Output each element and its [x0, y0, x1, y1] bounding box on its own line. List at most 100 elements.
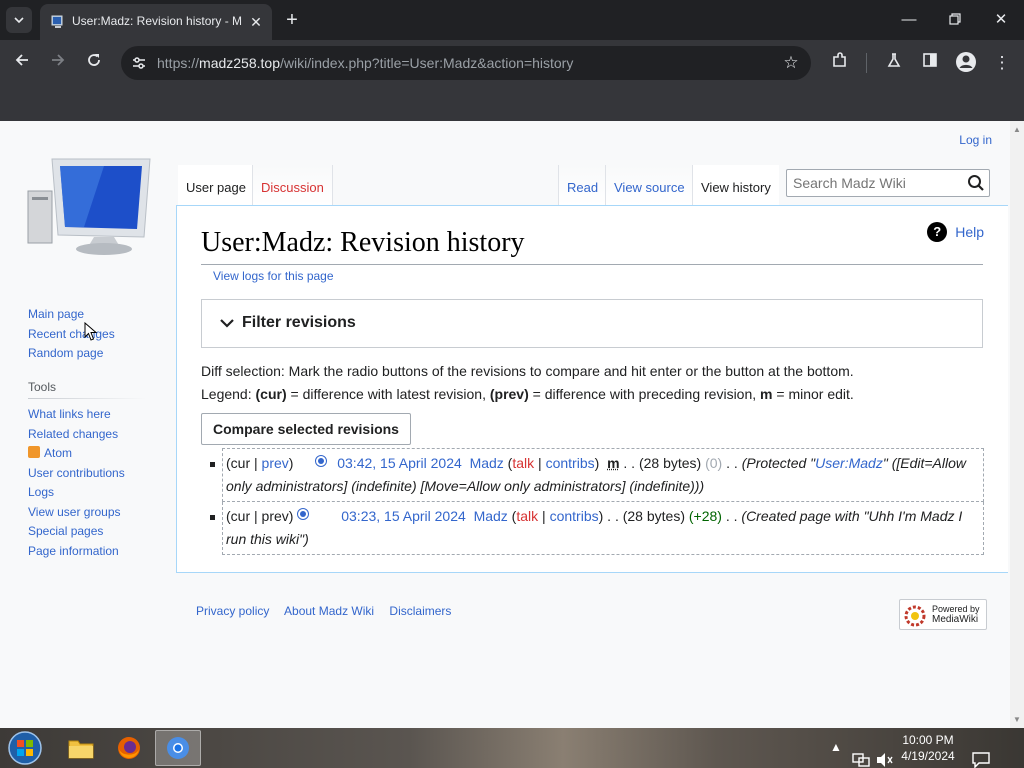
- side-panel-icon[interactable]: [918, 51, 942, 75]
- tab-view-source[interactable]: View source: [605, 165, 693, 205]
- taskbar-firefox[interactable]: [106, 730, 152, 766]
- nav-recent-changes[interactable]: Recent changes: [28, 325, 115, 345]
- volume-muted-icon[interactable]: [876, 740, 894, 768]
- tab-read[interactable]: Read: [558, 165, 607, 205]
- chrome-icon: [167, 737, 189, 759]
- revision-diff-size: (0): [705, 455, 723, 471]
- tools-view-user-groups[interactable]: View user groups: [28, 503, 146, 523]
- revision-size: (28 bytes): [638, 455, 702, 471]
- user-talk-link[interactable]: talk: [512, 455, 534, 471]
- nav-main-page[interactable]: Main page: [28, 305, 115, 325]
- taskbar-chrome[interactable]: [155, 730, 201, 766]
- tools-user-contributions[interactable]: User contributions: [28, 464, 146, 484]
- tools-what-links-here[interactable]: What links here: [28, 405, 146, 425]
- network-icon[interactable]: [852, 740, 870, 768]
- comment-page-link[interactable]: User:Madz: [815, 455, 883, 471]
- powered-by-text: Powered by: [932, 604, 980, 614]
- browser-menu-icon[interactable]: ⋮: [990, 51, 1014, 75]
- tools-logs[interactable]: Logs: [28, 483, 146, 503]
- revision-date-link[interactable]: 03:42, 15 April 2024: [337, 455, 462, 471]
- tools-divider: [28, 398, 146, 399]
- forward-icon[interactable]: [46, 51, 70, 75]
- powered-by-mediawiki-badge[interactable]: Powered by MediaWiki: [899, 599, 987, 630]
- wiki-search-box[interactable]: [786, 169, 990, 197]
- revision-radio-older[interactable]: [297, 508, 310, 520]
- page-scrollbar[interactable]: ▲ ▼: [1010, 121, 1024, 728]
- tray-show-hidden-icon[interactable]: ▲: [830, 740, 842, 768]
- wiki-logo[interactable]: [24, 151, 154, 261]
- tab-view-history[interactable]: View history: [692, 165, 779, 205]
- prev-link[interactable]: prev: [262, 455, 289, 471]
- main-content: ? Help User:Madz: Revision history View …: [176, 205, 1008, 573]
- clock-date: 4/19/2024: [901, 749, 955, 763]
- tab-search-button[interactable]: [6, 7, 32, 33]
- revision-user-link[interactable]: Madz: [474, 508, 508, 524]
- bookmark-star-icon[interactable]: ☆: [781, 53, 801, 73]
- tab-strip: User:Madz: Revision history - Madz Wiki …: [0, 0, 1024, 40]
- new-tab-icon[interactable]: +: [281, 9, 303, 31]
- start-orb-icon[interactable]: [6, 730, 44, 766]
- tab-discussion[interactable]: Discussion: [252, 165, 332, 205]
- view-logs-link[interactable]: View logs for this page: [213, 269, 334, 283]
- revision-date-link[interactable]: 03:23, 15 April 2024: [341, 508, 466, 524]
- search-icon[interactable]: [967, 174, 985, 192]
- restore-icon[interactable]: [940, 6, 970, 34]
- list-bullet: [210, 515, 215, 520]
- tools-special-pages[interactable]: Special pages: [28, 522, 146, 542]
- tab-user-page[interactable]: User page: [178, 165, 254, 205]
- chevron-down-icon: [220, 319, 234, 328]
- footer-privacy-link[interactable]: Privacy policy: [196, 604, 269, 618]
- footer-disclaimers-link[interactable]: Disclaimers: [389, 604, 451, 618]
- revision-radio-newer[interactable]: [315, 455, 328, 467]
- prev-label: prev: [261, 508, 289, 524]
- close-window-icon[interactable]: ✕: [986, 6, 1016, 34]
- revision-list: (cur | prev) 03:42, 15 April 2024 Madz (…: [210, 448, 984, 555]
- tools-related-changes[interactable]: Related changes: [28, 425, 146, 445]
- mouse-cursor-icon: [84, 322, 98, 341]
- scroll-up-icon[interactable]: ▲: [1013, 125, 1021, 134]
- revision-row: (cur | prev) 03:23, 15 April 2024 Madz (…: [210, 502, 984, 555]
- site-info-icon[interactable]: [131, 55, 147, 71]
- revision-user-link[interactable]: Madz: [470, 455, 504, 471]
- tools-page-information[interactable]: Page information: [28, 542, 146, 562]
- footer-about-link[interactable]: About Madz Wiki: [284, 604, 374, 618]
- tab-close-icon[interactable]: ✕: [246, 12, 266, 32]
- labs-flask-icon[interactable]: [882, 51, 906, 75]
- tab-title: User:Madz: Revision history - Madz Wiki: [72, 14, 242, 28]
- chevron-down-icon: [14, 17, 24, 24]
- notification-center-icon[interactable]: [972, 740, 990, 768]
- cur-label: cur: [230, 508, 251, 524]
- reload-icon[interactable]: [82, 51, 106, 75]
- search-input[interactable]: [793, 174, 963, 192]
- list-bullet: [210, 462, 215, 467]
- filter-revisions-toggle[interactable]: Filter revisions: [201, 299, 983, 348]
- bookmarks-bar: [0, 86, 1024, 121]
- browser-toolbar: https://madz258.top/wiki/index.php?title…: [0, 40, 1024, 86]
- back-icon[interactable]: [10, 51, 34, 75]
- mediawiki-text: MediaWiki: [932, 614, 979, 625]
- page-viewport: Log in Main page Recent changes Random p…: [0, 121, 1024, 728]
- footer-links: Privacy policy About Madz Wiki Disclaime…: [196, 604, 463, 618]
- nav-random-page[interactable]: Random page: [28, 344, 115, 364]
- clock-time: 10:00 PM: [902, 733, 954, 747]
- login-link[interactable]: Log in: [959, 133, 992, 147]
- browser-tab-active[interactable]: User:Madz: Revision history - Madz Wiki …: [40, 4, 272, 40]
- taskbar-clock[interactable]: 10:00 PM 4/19/2024: [896, 732, 960, 764]
- minimize-icon[interactable]: —: [894, 6, 924, 34]
- compare-revisions-button[interactable]: Compare selected revisions: [201, 413, 411, 445]
- wiki-favicon-icon: [51, 15, 63, 28]
- profile-avatar-icon[interactable]: [954, 51, 978, 75]
- address-bar[interactable]: https://madz258.top/wiki/index.php?title…: [121, 46, 811, 80]
- tools-portal: Tools What links here Related changes At…: [28, 380, 146, 561]
- revision-size: (28 bytes): [622, 508, 685, 524]
- tools-atom[interactable]: Atom: [28, 444, 146, 464]
- tools-heading: Tools: [28, 380, 57, 394]
- windows-taskbar: ▲ 10:00 PM 4/19/2024: [0, 728, 1024, 768]
- rss-feed-icon: [28, 446, 40, 458]
- user-contribs-link[interactable]: contribs: [546, 455, 595, 471]
- scroll-down-icon[interactable]: ▼: [1013, 715, 1021, 724]
- user-talk-link[interactable]: talk: [516, 508, 538, 524]
- taskbar-file-explorer[interactable]: [58, 730, 104, 766]
- user-contribs-link[interactable]: contribs: [550, 508, 599, 524]
- extensions-icon[interactable]: [828, 51, 852, 75]
